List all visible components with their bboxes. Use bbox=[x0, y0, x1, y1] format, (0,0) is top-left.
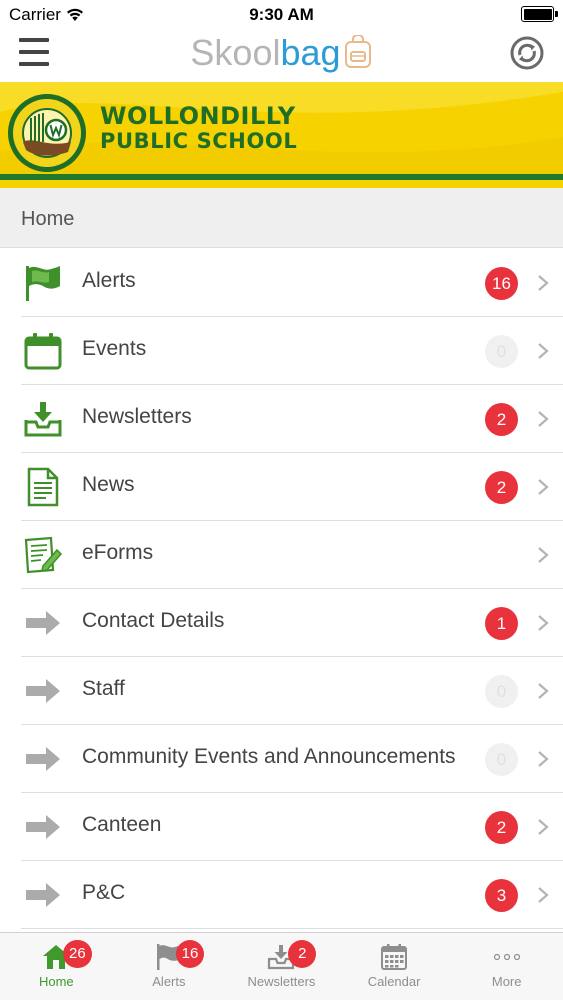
sync-icon[interactable] bbox=[510, 36, 544, 70]
arrow-right-icon bbox=[22, 806, 64, 848]
status-time: 9:30 AM bbox=[249, 5, 314, 24]
menu-item-label: Events bbox=[82, 337, 147, 360]
chevron-right-icon bbox=[538, 411, 549, 427]
menu-item-label: Contact Details bbox=[82, 609, 225, 632]
more-dots-icon bbox=[492, 942, 522, 972]
tab-badge: 2 bbox=[288, 940, 317, 968]
document-icon bbox=[22, 466, 64, 508]
menu-item-label: Canteen bbox=[82, 813, 162, 836]
banner-stripe bbox=[0, 174, 563, 180]
unread-count-badge: 1 bbox=[485, 607, 518, 640]
tab-more[interactable]: More bbox=[450, 933, 563, 1000]
brand-logo: Skoolbag bbox=[0, 32, 563, 74]
unread-count-badge: 16 bbox=[485, 267, 518, 300]
tab-label: Home bbox=[38, 974, 74, 989]
menu-item-eforms[interactable]: eForms bbox=[0, 521, 563, 589]
tab-badge: 26 bbox=[63, 940, 92, 968]
chevron-right-icon bbox=[538, 547, 549, 563]
menu-item-community-events[interactable]: Community Events and Announcements 0 bbox=[0, 725, 563, 793]
backpack-icon bbox=[344, 35, 371, 68]
unread-count-badge: 0 bbox=[485, 335, 518, 368]
brand-part-2: bag bbox=[280, 32, 341, 73]
chevron-right-icon bbox=[538, 887, 549, 903]
calendar-icon bbox=[22, 330, 64, 372]
inbox-download-icon bbox=[22, 398, 64, 440]
chevron-right-icon bbox=[538, 683, 549, 699]
tab-newsletters[interactable]: 2 Newsletters bbox=[225, 933, 338, 1000]
menu-item-label: Staff bbox=[82, 677, 125, 700]
unread-count-badge: 2 bbox=[485, 403, 518, 436]
tab-label: Alerts bbox=[152, 974, 186, 989]
school-name-line1: WOLLONDILLY bbox=[100, 102, 296, 130]
brand-part-1: Skool bbox=[190, 32, 281, 73]
form-pencil-icon bbox=[22, 534, 64, 576]
school-name: WOLLONDILLY PUBLIC SCHOOL bbox=[100, 102, 298, 153]
school-banner: WOLLONDILLY PUBLIC SCHOOL bbox=[0, 82, 563, 188]
tab-home[interactable]: 26 Home bbox=[0, 933, 113, 1000]
arrow-right-icon bbox=[22, 738, 64, 780]
unread-count-badge: 2 bbox=[485, 471, 518, 504]
menu-item-staff[interactable]: Staff 0 bbox=[0, 657, 563, 725]
menu-item-label: Community Events and Announcements bbox=[82, 745, 456, 768]
battery-tip bbox=[555, 11, 558, 17]
school-name-line2: PUBLIC SCHOOL bbox=[100, 128, 298, 153]
status-bar: Carrier 9:30 AM bbox=[0, 0, 563, 28]
chevron-right-icon bbox=[538, 275, 549, 291]
calendar-grid-icon bbox=[379, 942, 409, 972]
battery-icon bbox=[521, 6, 554, 22]
menu-item-contact-details[interactable]: Contact Details 1 bbox=[0, 589, 563, 657]
menu-item-news[interactable]: News 2 bbox=[0, 453, 563, 521]
arrow-right-icon bbox=[22, 602, 64, 644]
menu-item-canteen[interactable]: Canteen 2 bbox=[0, 793, 563, 861]
arrow-right-icon bbox=[22, 670, 64, 712]
chevron-right-icon bbox=[538, 615, 549, 631]
bottom-tab-bar: 26 Home 16 Alerts 2 Newsletters Calendar… bbox=[0, 932, 563, 1000]
nav-bar: Skoolbag bbox=[0, 28, 563, 82]
flag-icon bbox=[22, 262, 64, 304]
unread-count-badge: 0 bbox=[485, 743, 518, 776]
section-title: Home bbox=[21, 208, 75, 230]
menu-item-newsletters[interactable]: Newsletters 2 bbox=[0, 385, 563, 453]
menu-item-label: eForms bbox=[82, 541, 154, 564]
tab-badge: 16 bbox=[175, 940, 205, 968]
tab-label: Calendar bbox=[367, 974, 421, 989]
unread-count-badge: 2 bbox=[485, 811, 518, 844]
chevron-right-icon bbox=[538, 479, 549, 495]
tab-label: More bbox=[491, 974, 522, 989]
chevron-right-icon bbox=[538, 751, 549, 767]
chevron-right-icon bbox=[538, 343, 549, 359]
home-menu-list: Alerts 16 Events 0 Newsletters 2 News 2 … bbox=[0, 249, 563, 929]
menu-item-label: P&C bbox=[82, 881, 126, 904]
chevron-right-icon bbox=[538, 819, 549, 835]
arrow-right-icon bbox=[22, 874, 64, 916]
menu-item-events[interactable]: Events 0 bbox=[0, 317, 563, 385]
unread-count-badge: 0 bbox=[485, 675, 518, 708]
menu-item-label: Newsletters bbox=[82, 405, 192, 428]
section-header: Home bbox=[0, 188, 563, 248]
school-crest-logo bbox=[8, 94, 86, 172]
menu-item-p-and-c[interactable]: P&C 3 bbox=[0, 861, 563, 929]
tab-label: Newsletters bbox=[247, 974, 316, 989]
menu-item-label: Alerts bbox=[82, 269, 136, 292]
menu-item-alerts[interactable]: Alerts 16 bbox=[0, 249, 563, 317]
menu-item-label: News bbox=[82, 473, 135, 496]
tab-alerts[interactable]: 16 Alerts bbox=[113, 933, 226, 1000]
unread-count-badge: 3 bbox=[485, 879, 518, 912]
tab-calendar[interactable]: Calendar bbox=[338, 933, 451, 1000]
